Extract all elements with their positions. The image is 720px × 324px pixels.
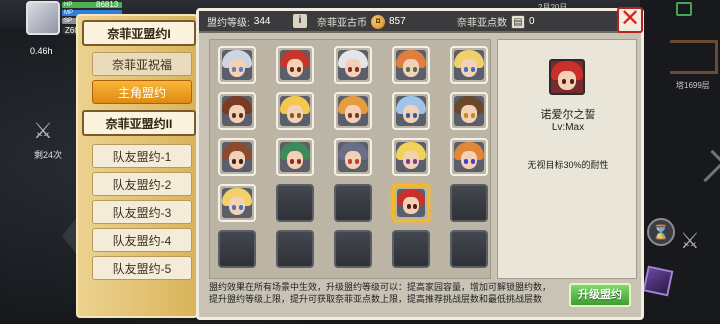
locked-slot[interactable] bbox=[276, 184, 314, 222]
tab-ally-covenant-4[interactable]: 队友盟约-4 bbox=[92, 228, 192, 252]
timer-readout: 0.46h bbox=[30, 46, 53, 56]
hourglass-icon[interactable]: ⌛ bbox=[647, 218, 675, 246]
hero-portrait-slot[interactable] bbox=[276, 92, 314, 130]
coin-icon: ¤ bbox=[371, 14, 385, 29]
tab-label: 奈菲亚祝福 bbox=[111, 57, 172, 72]
close-button[interactable]: ✕ bbox=[617, 7, 643, 33]
tab-covenant-1[interactable]: 奈菲亚盟约I bbox=[82, 20, 196, 46]
coin-label: 奈菲亚古币 bbox=[317, 18, 367, 29]
stats-bar: 盟约等级: 344 i 奈菲亚古币 ¤ 857 奈菲亚点数 ▤ 0 ✕ bbox=[199, 7, 643, 33]
hp-label: HP bbox=[64, 2, 73, 8]
locked-slot[interactable] bbox=[276, 230, 314, 268]
tab-label: 队友盟约-3 bbox=[112, 205, 172, 220]
tab-label: 奈菲亚盟约I bbox=[107, 26, 171, 41]
hero-portrait-slot[interactable] bbox=[218, 46, 256, 84]
gem-icon[interactable] bbox=[642, 265, 674, 297]
level-value: 344 bbox=[253, 16, 271, 27]
covenant-detail: 诺爱尔之誓 Lv:Max 无视目标30%的耐性 bbox=[497, 39, 637, 279]
locked-slot[interactable] bbox=[392, 230, 430, 268]
points-icon: ▤ bbox=[511, 14, 525, 29]
tab-ally-covenant-1[interactable]: 队友盟约-1 bbox=[92, 144, 192, 168]
tab-ally-covenant-3[interactable]: 队友盟约-3 bbox=[92, 200, 192, 224]
hero-portrait-slot[interactable] bbox=[392, 184, 430, 222]
points-stat: 奈菲亚点数 ▤ 0 bbox=[457, 14, 535, 29]
hero-portrait-slot[interactable] bbox=[276, 46, 314, 84]
hero-portrait-slot[interactable] bbox=[218, 184, 256, 222]
gold-readout: 86813 bbox=[96, 0, 119, 9]
locked-slot[interactable] bbox=[218, 230, 256, 268]
tab-label: 主角盟约 bbox=[117, 85, 166, 100]
covenant-level: Lv:Max bbox=[551, 122, 585, 133]
covenant-panel: 盟约等级: 344 i 奈菲亚古币 ¤ 857 奈菲亚点数 ▤ 0 ✕ 诺爱尔之… bbox=[196, 7, 644, 320]
selected-hero-portrait bbox=[549, 59, 585, 95]
hero-portrait-slot[interactable] bbox=[392, 138, 430, 176]
tab-label: 奈菲亚盟约II bbox=[105, 116, 173, 131]
tab-blessing[interactable]: 奈菲亚祝福 bbox=[92, 52, 192, 76]
player-avatar[interactable] bbox=[26, 1, 60, 35]
info-icon[interactable]: i bbox=[293, 14, 307, 28]
sp-label: SP bbox=[64, 18, 73, 24]
hero-portrait-slot[interactable] bbox=[450, 138, 488, 176]
locked-slot[interactable] bbox=[334, 184, 372, 222]
points-label: 奈菲亚点数 bbox=[457, 18, 507, 29]
upgrade-covenant-button[interactable]: 升级盟约 bbox=[569, 283, 631, 307]
sword-icon[interactable]: ⚔ bbox=[680, 228, 700, 254]
locked-slot[interactable] bbox=[450, 184, 488, 222]
covenant-tab-list: 奈菲亚盟约I 奈菲亚祝福 主角盟约 奈菲亚盟约II 队友盟约-1 队友盟约-2 … bbox=[76, 14, 198, 318]
hero-portrait-slot[interactable] bbox=[450, 46, 488, 84]
tab-ally-covenant-2[interactable]: 队友盟约-2 bbox=[92, 172, 192, 196]
game-screen: HP MP SP 86813 Z60 0.46h ⚔ 剩24次 2月20日 塔1… bbox=[0, 0, 720, 324]
hero-portrait-slot[interactable] bbox=[334, 46, 372, 84]
tower-floor-label: 塔1699层 bbox=[676, 81, 710, 90]
covenant-name: 诺爱尔之誓 bbox=[540, 109, 596, 121]
tab-protagonist-covenant[interactable]: 主角盟约 bbox=[92, 80, 192, 104]
tab-label: 队友盟约-2 bbox=[112, 177, 172, 192]
covenant-description: 无视目标30%的耐性 bbox=[527, 160, 609, 170]
coin-stat: 奈菲亚古币 ¤ 857 bbox=[317, 14, 406, 29]
locked-slot[interactable] bbox=[334, 230, 372, 268]
coin-value: 857 bbox=[389, 16, 406, 27]
crossed-swords-icon[interactable]: ⚔ bbox=[30, 118, 56, 144]
mp-label: MP bbox=[64, 10, 73, 16]
monitor-icon[interactable] bbox=[676, 2, 692, 16]
covenant-level-stat: 盟约等级: 344 bbox=[207, 14, 270, 29]
hero-portrait-slot[interactable] bbox=[392, 92, 430, 130]
hero-portrait-slot[interactable] bbox=[334, 92, 372, 130]
minimap[interactable] bbox=[670, 40, 718, 74]
covenant-footer-description: 盟约效果在所有场景中生效，升级盟约等级可以：提高家园容量，增加可解锁盟约数，提升… bbox=[209, 282, 552, 304]
info-stat: i bbox=[293, 14, 307, 28]
hero-portrait-slot[interactable] bbox=[450, 92, 488, 130]
hero-portrait-slot[interactable] bbox=[276, 138, 314, 176]
tab-label: 队友盟约-4 bbox=[112, 233, 172, 248]
tab-covenant-2[interactable]: 奈菲亚盟约II bbox=[82, 110, 196, 136]
hero-grid bbox=[209, 39, 491, 279]
hero-portrait-slot[interactable] bbox=[218, 92, 256, 130]
hero-portrait-slot[interactable] bbox=[334, 138, 372, 176]
level-label: 盟约等级: bbox=[207, 18, 250, 29]
tab-label: 队友盟约-1 bbox=[112, 149, 172, 164]
tab-ally-covenant-5[interactable]: 队友盟约-5 bbox=[92, 256, 192, 280]
hero-portrait-slot[interactable] bbox=[392, 46, 430, 84]
tab-label: 队友盟约-5 bbox=[112, 261, 172, 276]
battle-count: 剩24次 bbox=[34, 150, 63, 160]
locked-slot[interactable] bbox=[450, 230, 488, 268]
points-value: 0 bbox=[529, 16, 535, 27]
hero-portrait-slot[interactable] bbox=[218, 138, 256, 176]
